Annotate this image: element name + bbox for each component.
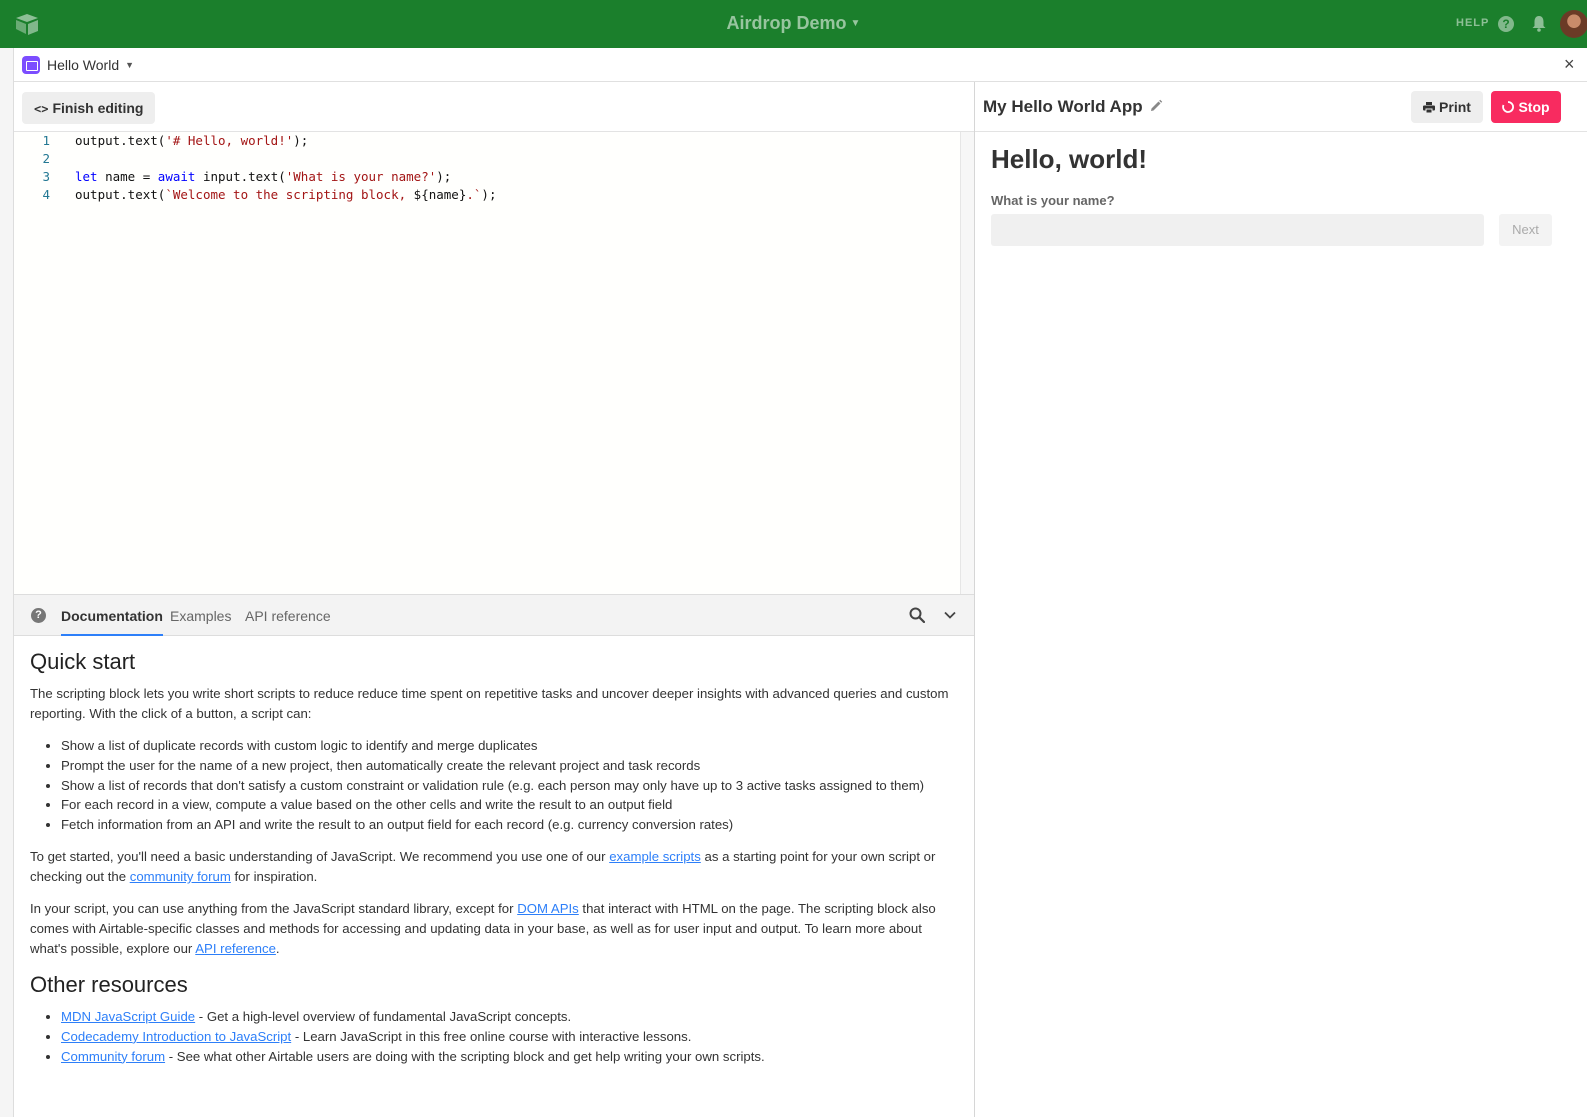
help-icon[interactable]: ? xyxy=(1498,16,1514,32)
text: . xyxy=(275,940,280,956)
codecademy-link[interactable]: Codecademy Introduction to JavaScript xyxy=(61,1029,291,1044)
getting-started-paragraph: To get started, you'll need a basic unde… xyxy=(30,847,960,887)
code-text[interactable]: output.text('# Hello, world!'); xyxy=(75,132,308,150)
code-editor[interactable]: 1 output.text('# Hello, world!'); 2 3 let na… xyxy=(14,132,960,594)
code-brackets-icon: <> xyxy=(34,102,49,116)
capabilities-list: Show a list of duplicate records with cu… xyxy=(61,736,960,835)
close-icon[interactable]: × xyxy=(1564,54,1575,75)
block-icon xyxy=(22,56,40,74)
base-title[interactable]: Airdrop Demo ▼ xyxy=(0,13,1587,34)
code-text[interactable]: let name = await input.text('What is you… xyxy=(75,168,451,186)
background-grid-strip xyxy=(0,48,14,1117)
top-bar: Airdrop Demo ▼ HELP ? xyxy=(0,0,1587,48)
spinner-icon xyxy=(1502,101,1515,113)
text: - See what other Airtable users are doin… xyxy=(165,1048,765,1064)
print-label: Print xyxy=(1439,99,1471,115)
caret-down-icon: ▼ xyxy=(125,60,135,70)
text: for inspiration. xyxy=(230,868,318,884)
tab-documentation[interactable]: Documentation xyxy=(61,608,163,636)
list-item: For each record in a view, compute a val… xyxy=(61,795,960,815)
mdn-guide-link[interactable]: MDN JavaScript Guide xyxy=(61,1009,195,1024)
list-item: Community forum - See what other Airtabl… xyxy=(61,1047,960,1067)
printer-icon xyxy=(1423,102,1436,113)
list-item: Show a list of records that don't satisf… xyxy=(61,776,960,796)
next-button[interactable]: Next xyxy=(1499,214,1552,246)
help-circle-icon[interactable]: ? xyxy=(31,608,46,623)
scripting-block-modal: Hello World ▼ × <> Finish editing 1 output.… xyxy=(14,48,1587,1117)
library-paragraph: In your script, you can use anything fro… xyxy=(30,899,960,959)
list-item: Codecademy Introduction to JavaScript - … xyxy=(61,1027,960,1047)
finish-editing-button[interactable]: <> Finish editing xyxy=(22,92,156,124)
base-title-label: Airdrop Demo xyxy=(726,13,847,33)
stop-label: Stop xyxy=(1518,99,1550,115)
tab-api-reference[interactable]: API reference xyxy=(245,608,331,624)
documentation-panel: Quick start The scripting block lets you… xyxy=(30,648,960,1108)
api-reference-link[interactable]: API reference xyxy=(195,941,276,956)
text: In your script, you can use anything fro… xyxy=(30,900,518,916)
block-name-dropdown[interactable]: Hello World ▼ xyxy=(47,57,134,73)
line-number: 1 xyxy=(42,133,50,148)
chevron-down-icon[interactable] xyxy=(943,608,957,622)
editor-toolbar: <> Finish editing xyxy=(14,82,974,132)
text: - Learn JavaScript in this free online c… xyxy=(291,1028,692,1044)
app-title[interactable]: My Hello World App xyxy=(983,97,1143,117)
list-item: Fetch information from an API and write … xyxy=(61,815,960,835)
list-item: MDN JavaScript Guide - Get a high-level … xyxy=(61,1007,960,1027)
docs-tab-bar: ? Documentation Examples API reference xyxy=(14,594,974,636)
modal-header: Hello World ▼ × xyxy=(14,48,1587,82)
quick-start-heading: Quick start xyxy=(30,649,136,674)
finish-editing-label: Finish editing xyxy=(52,100,144,116)
input-label: What is your name? xyxy=(991,193,1115,208)
name-input[interactable] xyxy=(991,214,1484,246)
intro-paragraph: The scripting block lets you write short… xyxy=(30,686,949,721)
print-button[interactable]: Print xyxy=(1411,91,1483,123)
community-forum-resource-link[interactable]: Community forum xyxy=(61,1049,165,1064)
tab-examples[interactable]: Examples xyxy=(170,608,231,624)
line-number: 3 xyxy=(42,169,50,184)
avatar[interactable] xyxy=(1560,10,1587,38)
dom-apis-link[interactable]: DOM APIs xyxy=(517,901,579,916)
resources-list: MDN JavaScript Guide - Get a high-level … xyxy=(61,1007,960,1066)
search-icon[interactable] xyxy=(909,607,925,623)
bell-icon[interactable] xyxy=(1531,15,1547,32)
app-output-panel: Hello, world! What is your name? Next xyxy=(975,132,1587,1117)
line-number: 4 xyxy=(42,187,50,202)
other-resources-heading: Other resources xyxy=(30,971,188,997)
list-item: Prompt the user for the name of a new pr… xyxy=(61,756,960,776)
output-heading: Hello, world! xyxy=(991,144,1147,174)
list-item: Show a list of duplicate records with cu… xyxy=(61,736,960,756)
editor-scrollbar[interactable] xyxy=(960,132,974,594)
text: - Get a high-level overview of fundament… xyxy=(195,1008,572,1024)
stop-button[interactable]: Stop xyxy=(1491,91,1561,123)
caret-down-icon: ▼ xyxy=(850,18,861,29)
community-forum-link[interactable]: community forum xyxy=(130,869,231,884)
block-name-label: Hello World xyxy=(47,57,120,73)
pencil-icon[interactable] xyxy=(1149,99,1163,113)
line-number: 2 xyxy=(42,151,50,166)
help-link[interactable]: HELP xyxy=(1456,17,1489,29)
example-scripts-link[interactable]: example scripts xyxy=(609,849,701,864)
app-header: My Hello World App Print Stop xyxy=(975,82,1587,132)
code-text[interactable]: output.text(`Welcome to the scripting bl… xyxy=(75,186,496,204)
text: To get started, you'll need a basic unde… xyxy=(30,848,610,864)
